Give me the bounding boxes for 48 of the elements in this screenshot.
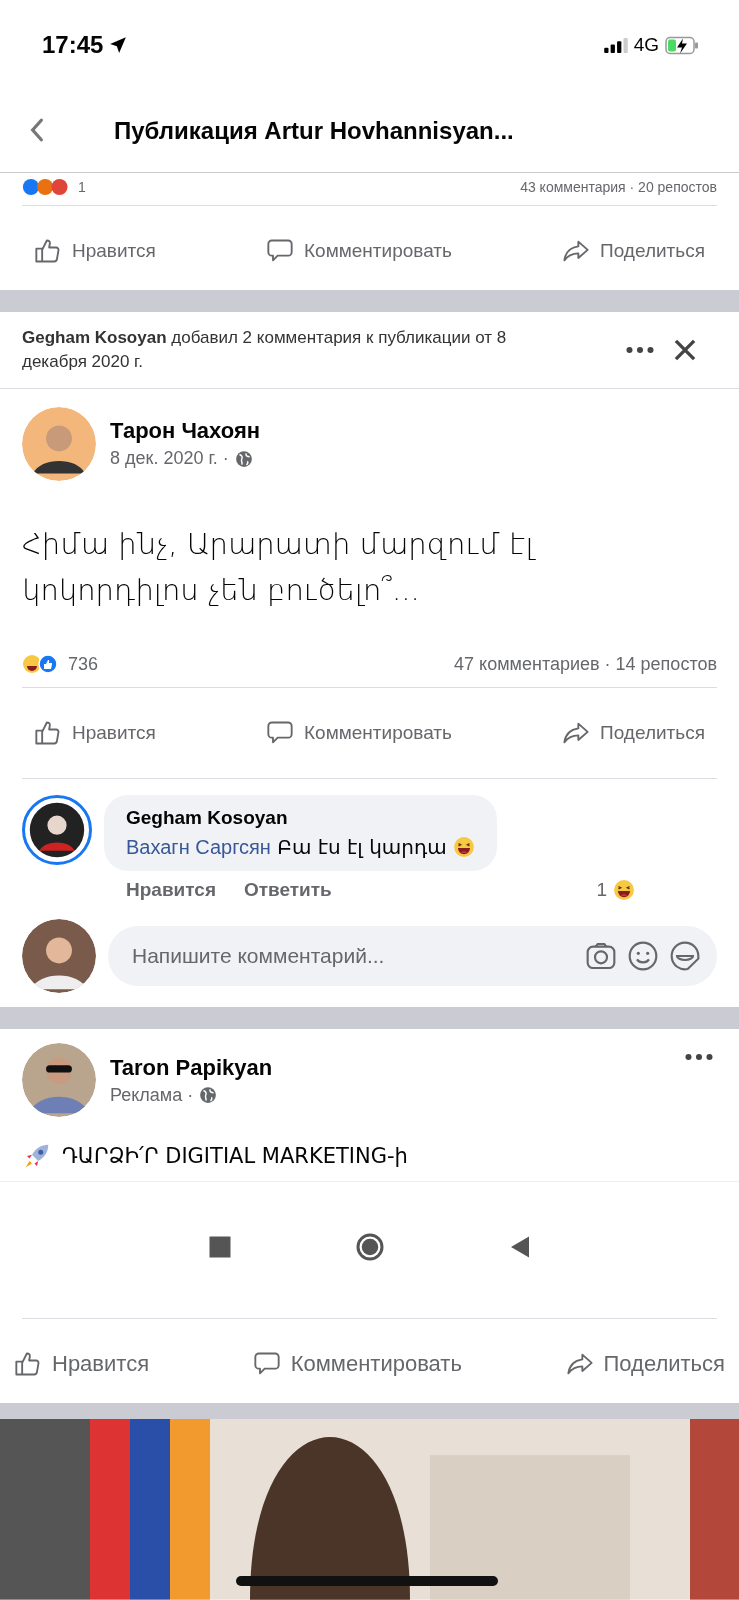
reaction-count: 1	[596, 879, 607, 902]
circle-icon[interactable]	[354, 1232, 385, 1263]
back-icon	[29, 116, 45, 143]
avatar[interactable]	[22, 406, 96, 481]
thumbs-up-icon	[34, 237, 62, 265]
author-name[interactable]: Тарон Чахоян	[110, 418, 261, 445]
like-link[interactable]: Нравится	[126, 879, 216, 902]
author-name[interactable]: Taron Papikyan	[110, 1054, 273, 1081]
post-text: Հիմա ինչ, Արարատի մարզում էլ կոկորդիլոս չեն բուծելո՞...	[22, 525, 537, 609]
commenter-name[interactable]: Gegham Kosoyan	[126, 807, 475, 830]
post-stats: 47 комментариев · 14 репостов	[454, 653, 717, 675]
avatar[interactable]	[22, 795, 92, 866]
laughing-emoji-icon	[452, 836, 475, 859]
sticker-icon[interactable]	[669, 940, 701, 973]
reaction-count: 1	[78, 179, 86, 195]
activity-notice: Gegham Kosoyan добавил 2 комментария к публикации от 8 декабря 2020 г.	[22, 327, 508, 373]
laughing-reaction-icon	[613, 879, 635, 902]
more-icon	[685, 1053, 713, 1062]
avatar[interactable]	[22, 919, 96, 994]
share-button[interactable]: Поделиться	[558, 715, 709, 752]
ad-text: ԴԱՐՁԻ՛Ր DIGITIAL MARKETING-ի	[62, 1144, 408, 1169]
signal-icon	[603, 37, 628, 53]
page-title: Публикация Artur Hovhannisyan...	[114, 117, 514, 145]
smiley-icon[interactable]	[627, 940, 659, 973]
comment-button[interactable]: Комментировать	[262, 715, 456, 752]
comment-input[interactable]: Напишите комментарий...	[130, 943, 575, 970]
comment-text: Вахагн Саргсян Բա էս էլ կարդա	[126, 835, 447, 860]
share-button[interactable]: Поделиться	[558, 233, 709, 269]
like-button[interactable]: Нравится	[10, 1346, 154, 1383]
sponsored-label: Реклама ·	[110, 1084, 194, 1106]
like-button[interactable]: Нравится	[30, 715, 160, 752]
location-arrow-icon	[109, 36, 128, 54]
reply-link[interactable]: Ответить	[243, 879, 332, 902]
reaction-count: 736	[68, 653, 99, 675]
comment-button[interactable]: Комментировать	[262, 233, 456, 269]
globe-icon	[234, 449, 253, 468]
share-button[interactable]: Поделиться	[561, 1346, 729, 1383]
globe-icon	[199, 1086, 218, 1105]
network-type: 4G	[633, 34, 659, 56]
clock: 17:45	[42, 31, 104, 59]
comment-box[interactable]: Напишите комментарий...	[108, 926, 717, 987]
post-date: 8 дек. 2020 г. ·	[110, 448, 229, 470]
comment-button[interactable]: Комментировать	[248, 1346, 466, 1383]
battery-charging-icon	[665, 35, 699, 55]
post-stats: 43 комментария · 20 репостов	[520, 179, 717, 195]
more-icon	[626, 345, 654, 354]
like-button[interactable]: Нравится	[30, 233, 160, 269]
avatar[interactable]	[22, 1043, 96, 1118]
